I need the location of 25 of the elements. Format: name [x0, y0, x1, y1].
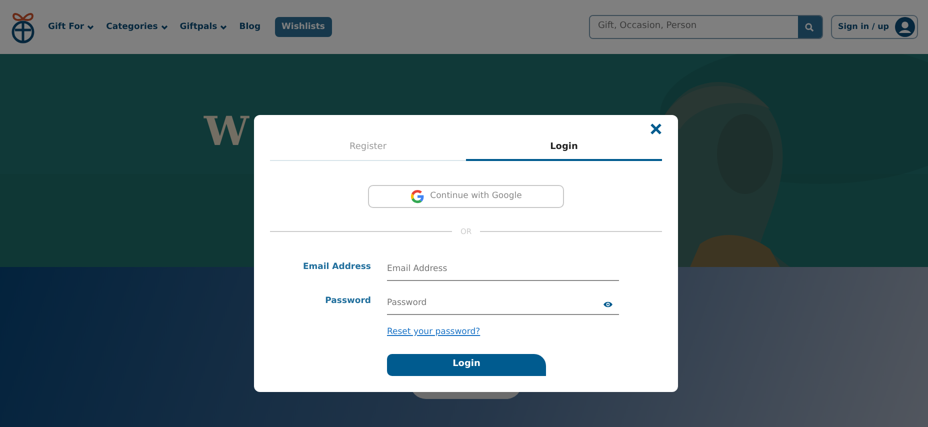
nav-link[interactable]: Gift For: [48, 20, 94, 34]
nav-link[interactable]: Blog: [239, 20, 261, 34]
field-label: Email Address: [302, 261, 371, 274]
search-button[interactable]: [798, 16, 822, 38]
tab[interactable]: Register: [270, 137, 466, 160]
nav-link[interactable]: Categories: [106, 20, 168, 34]
sign-in-button[interactable]: Sign in / up: [830, 15, 918, 39]
google-button[interactable]: Continue with Google: [368, 184, 564, 208]
logo-icon[interactable]: [10, 10, 36, 44]
reset-password-link[interactable]: Reset your password?: [387, 326, 480, 338]
search-field[interactable]: Gift, Occasion, Person: [588, 15, 823, 39]
tab[interactable]: Login: [466, 137, 662, 160]
hero-heading: W: [204, 112, 249, 152]
user-avatar-icon: [895, 17, 915, 37]
close-icon: [650, 123, 662, 135]
input-field[interactable]: Password: [387, 292, 619, 315]
login-button[interactable]: Login: [387, 354, 546, 376]
field-label: Password: [324, 295, 371, 308]
google-icon: [410, 188, 426, 204]
wishlists-button[interactable]: Wishlists: [274, 16, 332, 38]
close-button[interactable]: [650, 123, 664, 137]
eye-icon[interactable]: [603, 300, 613, 308]
nav-link[interactable]: Giftpals: [180, 20, 228, 34]
search-icon: [805, 22, 814, 32]
input-field[interactable]: Email Address: [387, 258, 619, 281]
